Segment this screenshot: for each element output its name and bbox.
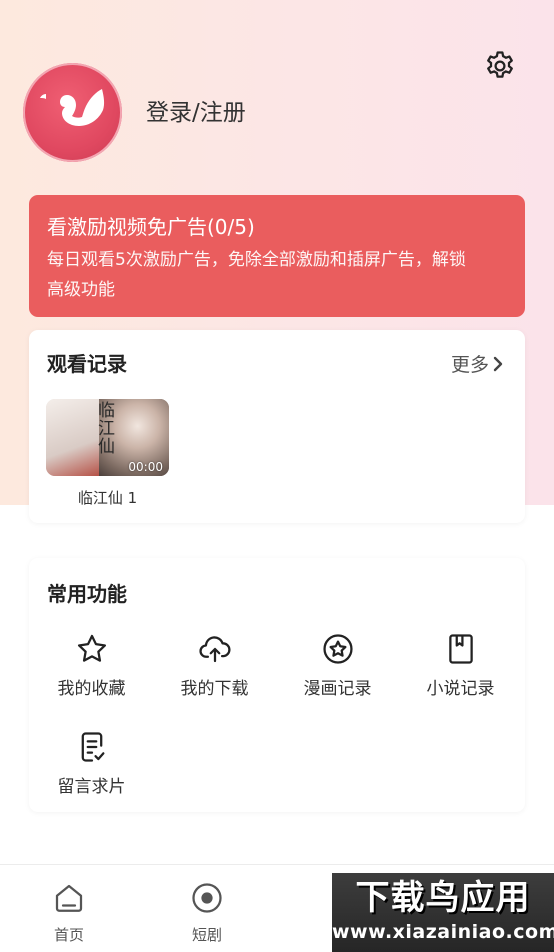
star-circle-icon (322, 634, 353, 664)
history-item-title[interactable]: 临江仙 1 (46, 487, 169, 508)
gear-icon (487, 51, 513, 78)
watermark-title: 下载鸟应用 (355, 878, 531, 918)
nav-item-short-drama[interactable]: 短剧 (167, 880, 247, 945)
history-item-progress-time: 00:00 (128, 460, 163, 474)
function-comic-history[interactable]: 漫画记录 (276, 630, 399, 710)
reward-ad-banner[interactable]: 看激励视频免广告(0/5) 每日观看5次激励广告，免除全部激励和插屏广告，解锁 … (29, 195, 525, 317)
common-functions-card: 常用功能 我的收藏 我的下载 漫画记录 小说记录 留言求片 (29, 558, 525, 812)
banner-title: 看激励视频免广告(0/5) (47, 215, 255, 239)
function-downloads[interactable]: 我的下载 (153, 630, 276, 710)
poster-art-left (46, 399, 106, 476)
login-register-link[interactable]: 登录/注册 (146, 96, 246, 130)
watch-history-card: 观看记录 更多 临江仙 00:00 临江仙 1 (29, 330, 525, 523)
function-request-movie[interactable]: 留言求片 (30, 728, 153, 808)
banner-description: 每日观看5次激励广告，免除全部激励和插屏广告，解锁 高级功能 (47, 245, 507, 305)
function-label: 小说记录 (426, 679, 495, 699)
play-circle-icon (192, 883, 222, 913)
poster-title-text: 临江仙 (98, 401, 115, 457)
star-icon (77, 634, 106, 662)
watch-history-more-link[interactable]: 更多 (451, 350, 503, 377)
function-label: 我的下载 (180, 679, 249, 699)
history-item-thumbnail[interactable]: 临江仙 00:00 (46, 399, 169, 476)
nav-item-home[interactable]: 首页 (29, 880, 109, 945)
function-favorites[interactable]: 我的收藏 (30, 630, 153, 710)
more-label: 更多 (450, 354, 489, 376)
settings-button[interactable] (482, 48, 518, 84)
banner-description-line-2: 高级功能 (47, 280, 115, 300)
note-check-icon (81, 732, 104, 762)
site-watermark: 下载鸟应用 www.xiazainiao.com (332, 873, 554, 952)
chevron-right-icon (493, 356, 503, 371)
avatar[interactable] (23, 63, 122, 162)
banner-description-line-1: 每日观看5次激励广告，免除全部激励和插屏广告，解锁 (47, 250, 466, 270)
swan-logo-icon (39, 88, 104, 126)
cloud-upload-icon (198, 636, 231, 663)
nav-label: 短剧 (191, 926, 222, 944)
function-label: 我的收藏 (57, 679, 126, 699)
home-icon (55, 884, 83, 912)
function-label: 漫画记录 (303, 679, 372, 699)
watermark-url: www.xiazainiao.com (332, 921, 554, 943)
watch-history-title: 观看记录 (47, 352, 127, 376)
common-functions-title: 常用功能 (47, 582, 127, 606)
function-label: 留言求片 (57, 777, 126, 797)
book-icon (448, 634, 473, 664)
nav-label: 首页 (53, 926, 84, 944)
function-novel-history[interactable]: 小说记录 (399, 630, 522, 710)
